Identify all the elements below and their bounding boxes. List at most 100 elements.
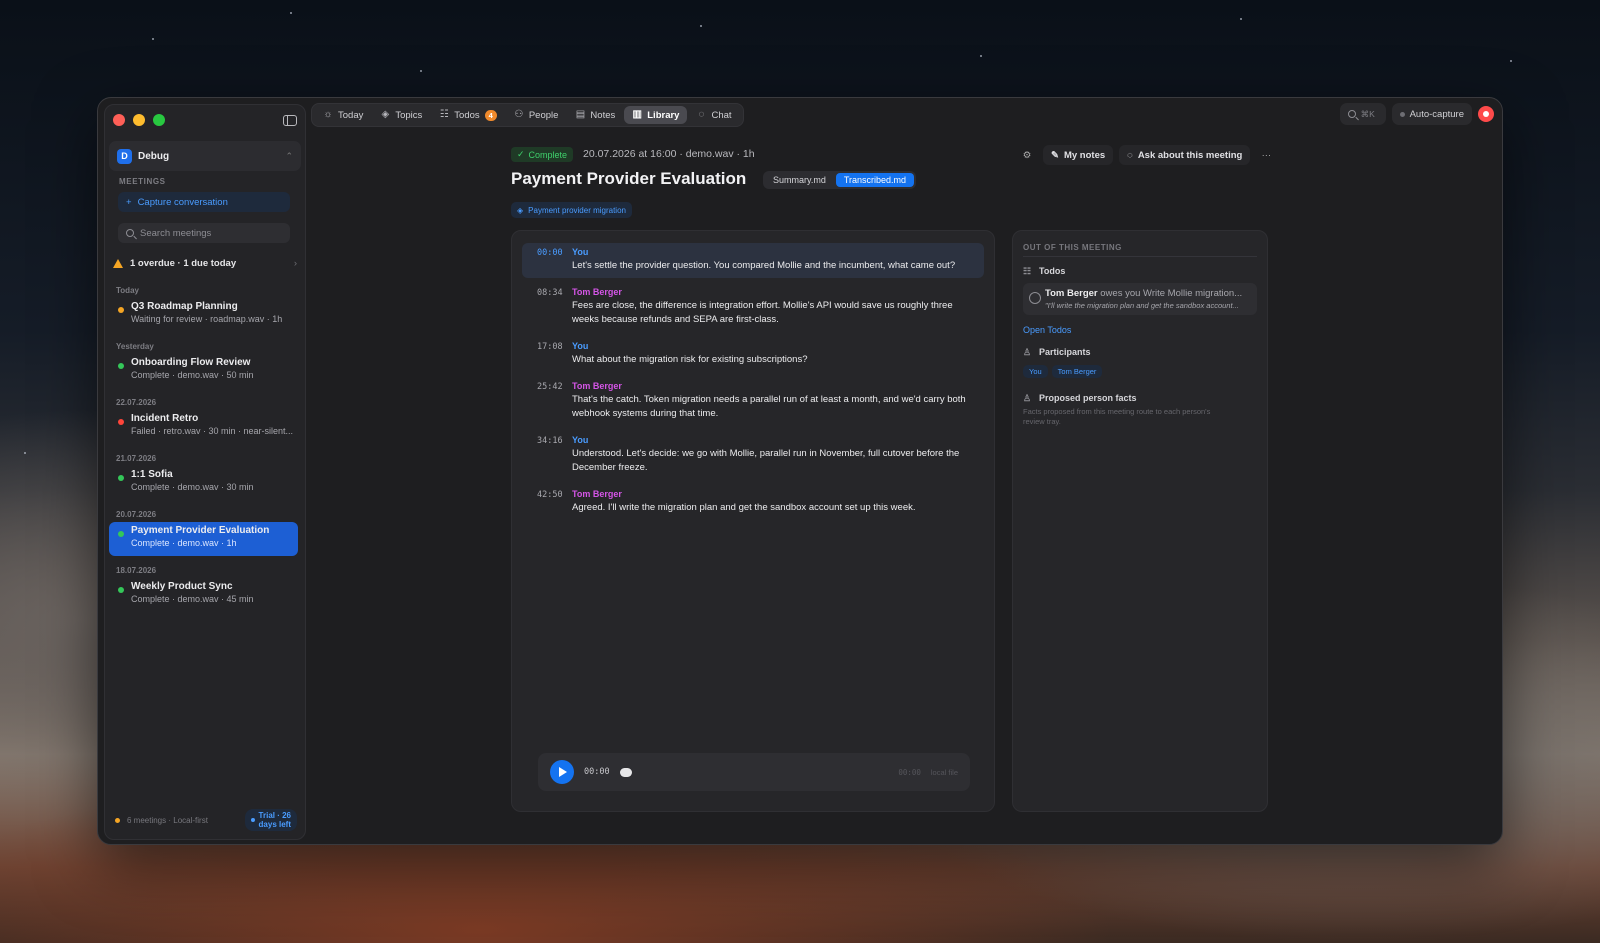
checklist-icon: ☷ (439, 109, 449, 120)
meeting-title: Weekly Product Sync (131, 581, 233, 592)
transcript-line[interactable]: 25:42 Tom Berger That's the catch. Token… (522, 377, 984, 426)
tab-today[interactable]: ☼ Today (315, 106, 371, 124)
meeting-title: Incident Retro (131, 413, 199, 424)
settings-icon[interactable]: ⚙ (1017, 145, 1037, 165)
tab-chat[interactable]: ◌ Chat (688, 106, 739, 124)
tab-topics[interactable]: ◈ Topics (372, 106, 430, 124)
transcript-line[interactable]: 08:34 Tom Berger Fees are close, the dif… (522, 283, 984, 332)
open-todos-link[interactable]: Open Todos (1023, 325, 1257, 335)
file-tab-transcribed[interactable]: Transcribed.md (835, 173, 915, 187)
utterance: Let's settle the provider question. You … (572, 260, 956, 271)
timestamp[interactable]: 08:34 (537, 288, 563, 298)
file-tab-summary[interactable]: Summary.md (765, 173, 834, 187)
audio-player: 00:00 00:00 local file (538, 753, 970, 791)
group-label: Yesterday (116, 342, 154, 351)
overdue-banner[interactable]: 1 overdue · 1 due today › (113, 254, 297, 272)
tab-library[interactable]: ▥ Library (624, 106, 688, 124)
tab-label: Chat (711, 109, 732, 121)
star (420, 70, 422, 72)
workspace-badge: D (117, 148, 132, 164)
close-window-button[interactable] (113, 114, 125, 126)
audio-source: local file (930, 767, 958, 777)
chevron-updown-icon: ⌃ (285, 150, 293, 161)
play-button[interactable] (550, 760, 574, 784)
person-icon: ♙ (1023, 346, 1032, 357)
meetings-section-label: MEETINGS (119, 177, 166, 186)
minimize-window-button[interactable] (133, 114, 145, 126)
edit-icon: ✎ (1051, 149, 1059, 161)
ask-meeting-button[interactable]: ◌ Ask about this meeting (1119, 145, 1251, 165)
tab-label: Topics (395, 109, 423, 121)
more-button[interactable]: ··· (1256, 145, 1276, 165)
search-meetings-input[interactable]: Search meetings (118, 223, 290, 243)
meeting-subtitle: Complete · demo.wav · 30 min (131, 482, 254, 492)
chat-icon: ◌ (1127, 149, 1133, 161)
person-icon: ♙ (1023, 392, 1032, 403)
speaker: You (572, 435, 589, 445)
speaker: You (572, 247, 589, 257)
todo-person: Tom Berger (1045, 288, 1098, 299)
star (1510, 60, 1512, 62)
ask-label: Ask about this meeting (1137, 149, 1243, 161)
my-notes-button[interactable]: ✎ My notes (1043, 145, 1114, 165)
scrub-handle[interactable] (619, 767, 632, 777)
topic-chip[interactable]: ◈ Payment provider migration (511, 202, 632, 218)
meeting-item-q3-roadmap[interactable]: Q3 Roadmap Planning Waiting for review ·… (109, 298, 298, 332)
todo-item[interactable]: Tom Berger owes you Write Mollie migrati… (1023, 283, 1257, 315)
trial-line-1: Trial · 26 (258, 811, 291, 820)
sidebar-footer: 6 meetings · Local-first Trial · 26 days… (115, 809, 297, 831)
status-dot (118, 587, 124, 593)
chevron-right-icon: › (293, 257, 297, 269)
meeting-item-incident-retro[interactable]: Incident Retro Failed · retro.wav · 30 m… (109, 410, 298, 444)
zoom-window-button[interactable] (153, 114, 165, 126)
transcript-line[interactable]: 00:00 You Let's settle the provider ques… (522, 243, 984, 278)
timestamp[interactable]: 42:50 (537, 490, 563, 500)
meeting-title: Onboarding Flow Review (131, 357, 251, 368)
meeting-outputs-panel: OUT OF THIS MEETING ☷ Todos Tom Berger o… (1012, 230, 1268, 812)
auto-capture-toggle[interactable]: Auto-capture (1391, 103, 1472, 125)
warning-icon (113, 258, 123, 268)
facts-label: Proposed person facts (1039, 393, 1137, 403)
sidebar-toggle-icon[interactable] (283, 115, 297, 126)
timestamp[interactable]: 17:08 (537, 342, 563, 352)
tab-todos[interactable]: ☷ Todos 4 (431, 106, 505, 124)
transcript-line[interactable]: 34:16 You Understood. Let's decide: we g… (522, 431, 984, 480)
transcript-line[interactable]: 17:08 You What about the migration risk … (522, 337, 984, 372)
people-icon: ⚇ (514, 109, 524, 120)
meeting-item-onboarding[interactable]: Onboarding Flow Review Complete · demo.w… (109, 354, 298, 388)
group-label: Today (116, 286, 139, 295)
trial-badge[interactable]: Trial · 26 days left (244, 809, 297, 831)
star (24, 452, 26, 454)
timestamp[interactable]: 25:42 (537, 382, 563, 392)
speaker: Tom Berger (572, 381, 622, 391)
timestamp[interactable]: 34:16 (537, 436, 563, 446)
global-search-button[interactable]: ⌘K (1339, 103, 1386, 125)
transcript-line[interactable]: 42:50 Tom Berger Agreed. I'll write the … (522, 485, 984, 520)
status-dot (118, 475, 124, 481)
tab-notes[interactable]: ▤ Notes (567, 106, 623, 124)
checklist-icon: ☷ (1023, 265, 1032, 276)
speaker: You (572, 341, 589, 351)
meeting-meta: 20.07.2026 at 16:00 · demo.wav · 1h (583, 148, 755, 160)
record-button[interactable] (1478, 106, 1494, 122)
tab-label: Library (647, 109, 680, 121)
timestamp[interactable]: 00:00 (537, 248, 563, 258)
workspace-switcher[interactable]: D Debug ⌃ (109, 141, 301, 171)
topright-controls: ⌘K Auto-capture (1339, 103, 1494, 125)
tab-people[interactable]: ⚇ People (506, 106, 567, 124)
group-label: 22.07.2026 (116, 398, 157, 407)
facts-section: ♙ Proposed person facts (1023, 393, 1257, 403)
meeting-item-payment-provider[interactable]: Payment Provider Evaluation Complete · d… (109, 522, 298, 556)
meeting-item-1on1-sofia[interactable]: 1:1 Sofia Complete · demo.wav · 30 min (109, 466, 298, 500)
participant-chip[interactable]: You (1023, 365, 1048, 378)
participant-chip[interactable]: Tom Berger (1051, 365, 1103, 378)
participant-chips: You Tom Berger (1023, 365, 1257, 378)
meeting-item-weekly-sync[interactable]: Weekly Product Sync Complete · demo.wav … (109, 578, 298, 612)
participants-label: Participants (1039, 347, 1091, 357)
star (290, 12, 292, 14)
status-dot (118, 307, 124, 313)
capture-conversation-button[interactable]: + Capture conversation (118, 192, 290, 212)
my-notes-label: My notes (1063, 149, 1106, 161)
todo-checkbox[interactable] (1029, 292, 1041, 304)
star (1240, 18, 1242, 20)
